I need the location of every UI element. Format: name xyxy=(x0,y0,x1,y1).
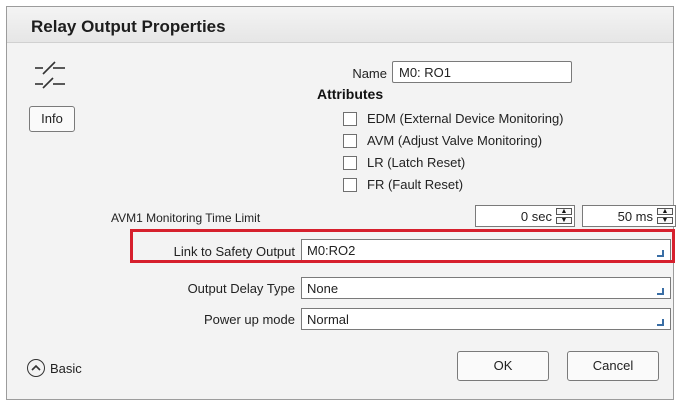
output-delay-type-label: Output Delay Type xyxy=(187,281,295,296)
basic-label: Basic xyxy=(50,360,82,376)
lr-checkbox[interactable] xyxy=(343,156,357,170)
edm-checkbox[interactable] xyxy=(343,112,357,126)
dropdown-arrow-icon[interactable] xyxy=(657,288,664,295)
info-button[interactable]: Info xyxy=(29,106,75,132)
relay-output-dialog: Relay Output Properties Info Name M0: RO… xyxy=(6,6,676,400)
name-field[interactable]: M0: RO1 xyxy=(392,61,572,83)
highlight-box xyxy=(130,229,675,263)
avm-time-limit-label: AVM1 Monitoring Time Limit xyxy=(111,211,261,225)
power-up-mode-value: Normal xyxy=(307,312,349,327)
output-delay-type-value: None xyxy=(307,281,339,296)
edm-label: EDM (External Device Monitoring) xyxy=(367,111,564,126)
attributes-heading: Attributes xyxy=(317,86,384,102)
chevron-up-icon[interactable] xyxy=(27,359,45,377)
spin-up-icon[interactable]: ▲ xyxy=(657,208,673,215)
dropdown-arrow-icon[interactable] xyxy=(657,319,664,326)
fr-label: FR (Fault Reset) xyxy=(367,177,464,192)
avm-sec-value: 0 sec xyxy=(520,209,552,224)
avm-sec-spinner[interactable]: 0 sec ▲ ▼ xyxy=(475,205,575,227)
spin-arrows-icon[interactable]: ▲ ▼ xyxy=(556,208,572,224)
output-delay-type-select[interactable]: None xyxy=(301,277,671,299)
basic-toggle[interactable]: Basic xyxy=(27,359,82,377)
cancel-button[interactable]: Cancel xyxy=(567,351,659,381)
fr-checkbox[interactable] xyxy=(343,178,357,192)
lr-label: LR (Latch Reset) xyxy=(367,155,466,170)
title-bar: Relay Output Properties xyxy=(7,7,673,43)
name-label: Name xyxy=(352,66,387,81)
avm-ms-value: 50 ms xyxy=(617,209,653,224)
avm-checkbox[interactable] xyxy=(343,134,357,148)
ok-button[interactable]: OK xyxy=(457,351,549,381)
power-up-mode-select[interactable]: Normal xyxy=(301,308,671,330)
spin-down-icon[interactable]: ▼ xyxy=(556,217,572,224)
spin-down-icon[interactable]: ▼ xyxy=(657,217,673,224)
spin-up-icon[interactable]: ▲ xyxy=(556,208,572,215)
avm-label: AVM (Adjust Valve Monitoring) xyxy=(367,133,543,148)
relay-contact-icon xyxy=(33,60,67,93)
power-up-mode-label: Power up mode xyxy=(203,312,295,327)
dialog-title: Relay Output Properties xyxy=(31,17,226,36)
spin-arrows-icon[interactable]: ▲ ▼ xyxy=(657,208,673,224)
avm-ms-spinner[interactable]: 50 ms ▲ ▼ xyxy=(582,205,676,227)
